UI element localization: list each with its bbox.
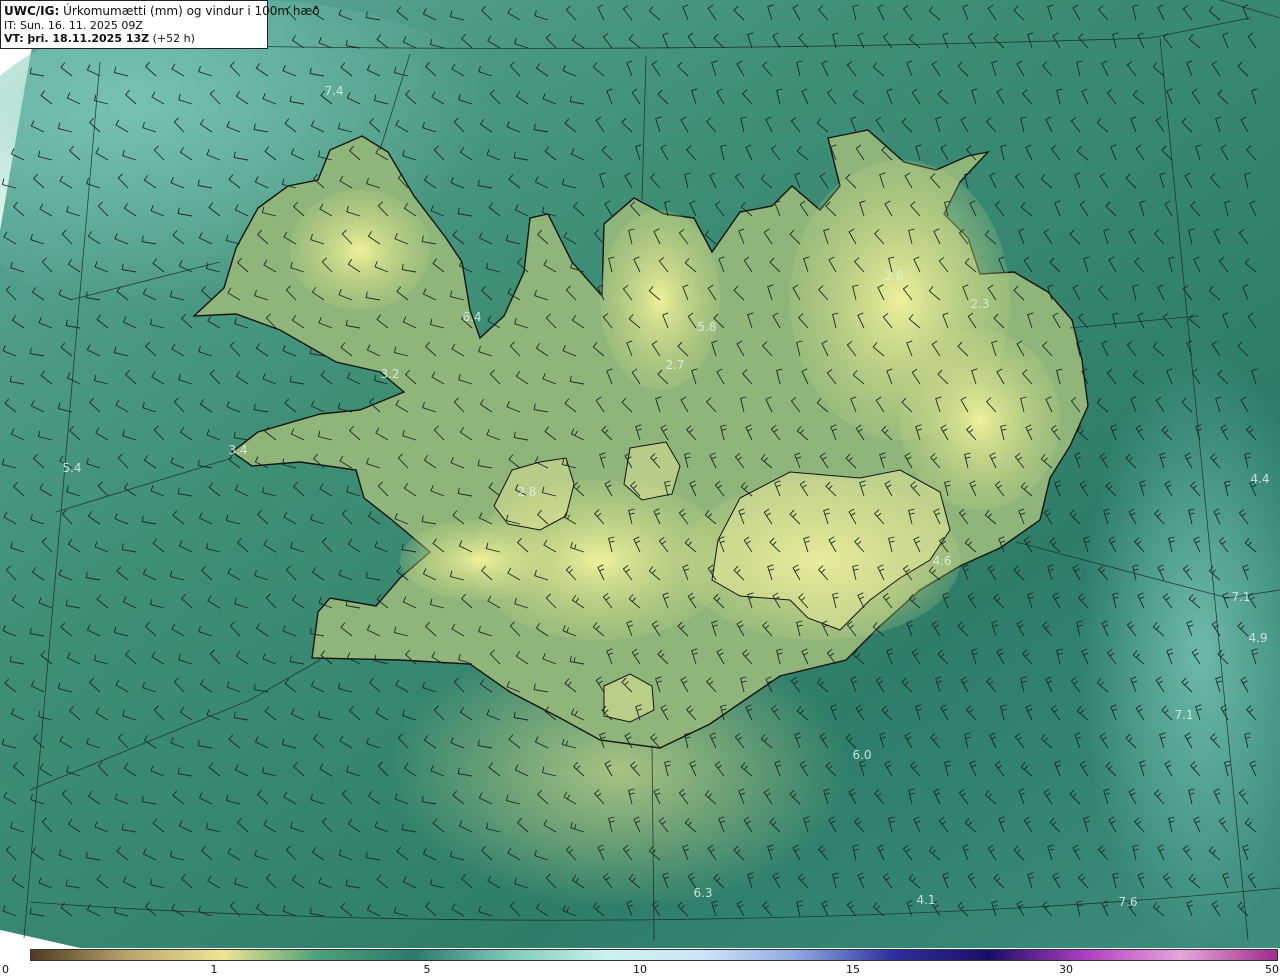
value-label: 7.6	[1118, 895, 1137, 909]
value-label: 4.6	[932, 554, 951, 568]
value-label: 2.7	[665, 358, 684, 372]
value-label: 4.9	[1248, 631, 1267, 645]
value-label: 3.2	[380, 367, 399, 381]
value-label: 7.4	[324, 84, 343, 98]
value-label: 2.6	[884, 269, 903, 283]
value-label: 6.0	[852, 748, 871, 762]
value-label: 6.4	[462, 310, 481, 324]
valid-time: þri. 18.11.2025 13Z	[27, 32, 150, 45]
lead-time: (+52 h)	[152, 32, 195, 45]
precipitation-map: 7.4 6.4 5.8 2.7 2.6 2.3 3.2 3.4 5.4 4.4 4.6 7.1 4.9 7…	[0, 0, 1280, 948]
colorbar-tick: 1	[210, 963, 218, 976]
value-label: 3.4	[228, 443, 247, 457]
product-title: Úrkomumætti (mm) og vindur i 100m hæð	[63, 4, 320, 18]
colorbar-tick: 50	[1265, 963, 1279, 976]
colorbar-tick: 30	[1059, 963, 1073, 976]
colorbar	[30, 949, 1278, 961]
value-label: 7.1	[1231, 590, 1250, 604]
value-label: 6.3	[693, 886, 712, 900]
init-time: IT: Sun. 16. 11. 2025 09Z	[4, 19, 143, 32]
valid-prefix: VT:	[4, 32, 24, 45]
colorbar-spacer	[0, 949, 30, 961]
value-label: 5.8	[697, 320, 716, 334]
value-label: 2.3	[970, 297, 989, 311]
hofsjokull-outline	[623, 441, 681, 501]
colorbar-tick: 10	[633, 963, 647, 976]
value-label: 7.1	[1174, 708, 1193, 722]
map-header: UWC/IG: Úrkomumætti (mm) og vindur i 100…	[0, 0, 320, 49]
value-label: 4.1	[916, 893, 935, 907]
colorbar-tick: 15	[846, 963, 860, 976]
value-label: 5.4	[62, 461, 81, 475]
map-viewer: 7.4 6.4 5.8 2.7 2.6 2.3 3.2 3.4 5.4 4.4 4.6 7.1 4.9 7…	[0, 0, 1280, 978]
colorbar-tick: 0	[2, 963, 9, 976]
value-label: 4.4	[1250, 472, 1269, 486]
value-label: 2.8	[517, 485, 536, 499]
colorbar-tick: 5	[423, 963, 431, 976]
model-code: UWC/IG:	[4, 4, 60, 18]
